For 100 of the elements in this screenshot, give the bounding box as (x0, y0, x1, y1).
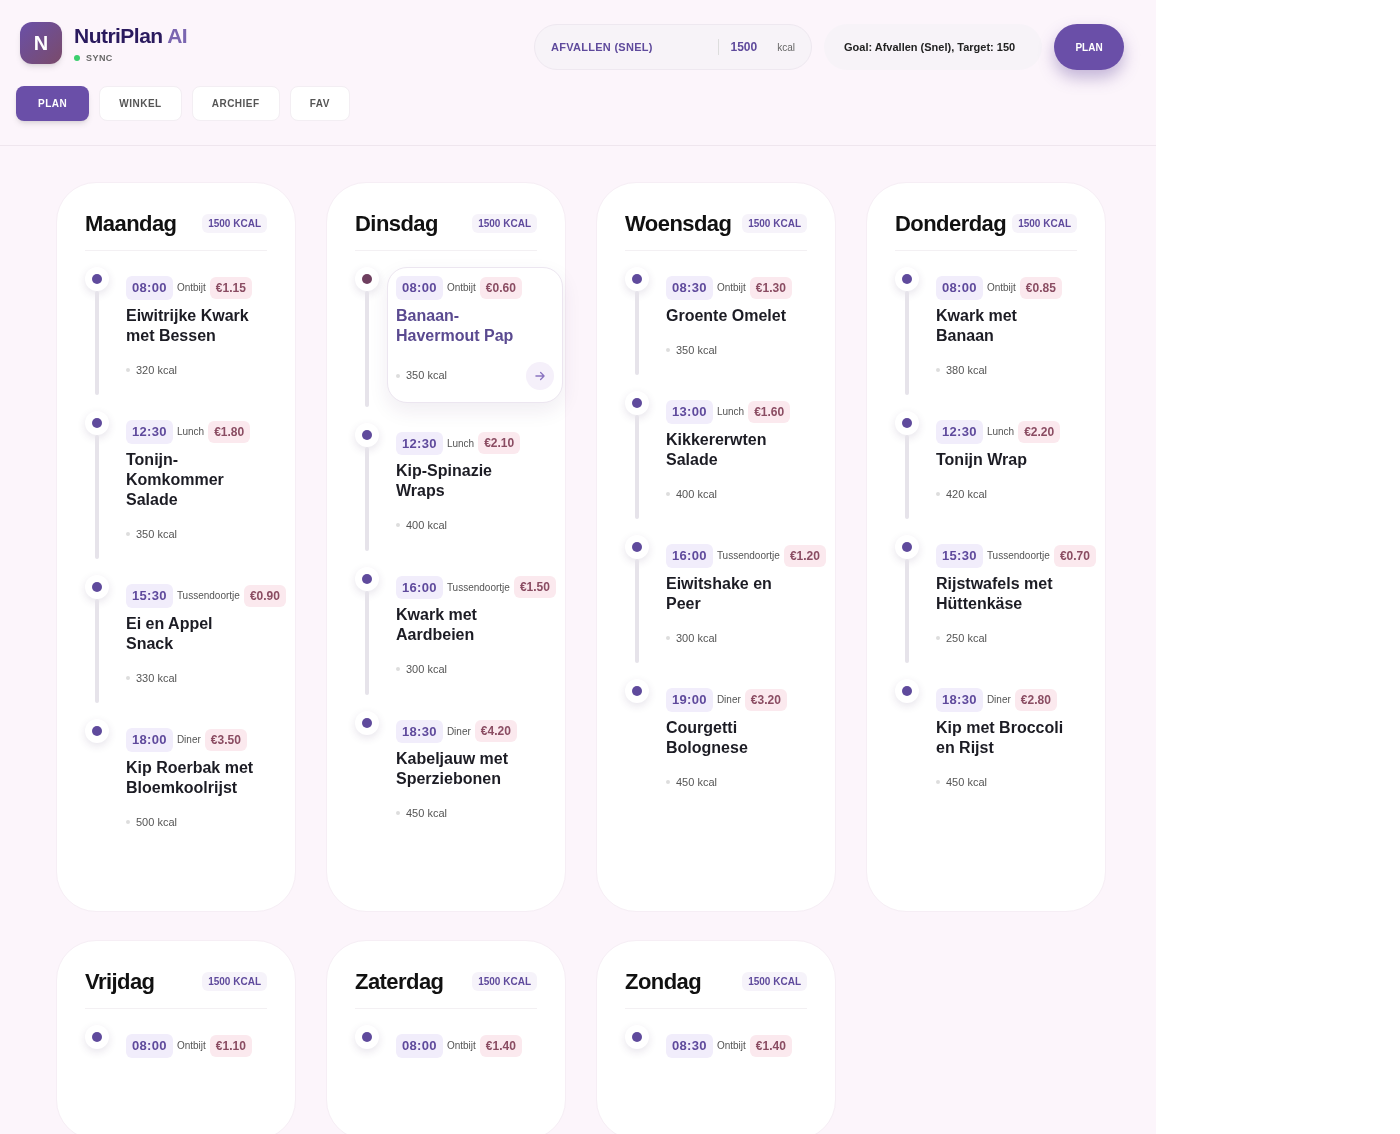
meal-title: Kwark met Aardbeien (396, 605, 478, 645)
goal-selector[interactable]: AFVALLEN (SNEL) 1500 kcal (534, 24, 812, 70)
meal-card[interactable]: 19:00 Diner €3.20 Courgetti Bolognese 450 kcal (657, 679, 833, 803)
meal-price: €1.15 (209, 276, 252, 299)
meal-calories: 330 kcal (136, 670, 177, 686)
meal-type: Tussendoortje (986, 549, 1050, 564)
meal-type: Diner (716, 693, 741, 708)
meal-card[interactable]: 16:00 Tussendoortje €1.20 Eiwitshake en Peer 300 kcal (657, 535, 833, 659)
meal-price: €1.50 (513, 576, 556, 599)
nav-tab[interactable]: ARCHIEF (191, 86, 280, 121)
meal-card[interactable]: 15:30 Tussendoortje €0.70 Rijstwafels met Hüttenkäse 250 kcal (927, 535, 1103, 659)
calorie-badge: 1500 KCAL (742, 214, 807, 233)
meal-price: €3.50 (204, 728, 247, 751)
meal-type: Tussendoortje (446, 580, 510, 595)
calorie-badge: 1500 KCAL (202, 214, 267, 233)
meal-time: 08:00 (936, 276, 983, 300)
meal-time: 19:00 (666, 688, 713, 712)
day-title: Maandag (85, 210, 177, 238)
meal-calories: 350 kcal (676, 342, 717, 358)
meal-time: 13:00 (666, 400, 713, 424)
meal-time: 12:30 (936, 420, 983, 444)
meal-price: €1.60 (748, 400, 791, 423)
meal-title: Kip met Broccoli en Rijst (936, 717, 1065, 758)
arrow-right-icon[interactable] (526, 361, 554, 390)
meal-calories: 450 kcal (676, 774, 717, 790)
meal-price: €0.85 (1019, 276, 1062, 299)
meal-price: €0.60 (479, 276, 522, 299)
meal-card[interactable]: 08:00 Ontbijt €0.85 Kwark met Banaan 380 kcal (927, 267, 1103, 391)
goal-label: AFVALLEN (SNEL) (551, 39, 654, 55)
nav-tab[interactable]: PLAN (16, 86, 90, 121)
meal-time: 08:00 (126, 1034, 173, 1058)
calorie-badge: 1500 KCAL (202, 972, 267, 991)
meal-title: Kabeljauw met Sperziebonen (396, 749, 510, 789)
meal-type: Lunch (446, 436, 475, 451)
meal-price: €1.40 (749, 1034, 792, 1057)
meal-time: 15:30 (126, 584, 173, 608)
meal-calories: 500 kcal (136, 814, 177, 830)
meal-card[interactable]: 08:00 Ontbijt €1.10 (117, 1025, 293, 1071)
day-title: Zondag (625, 968, 702, 996)
meal-type: Ontbijt (446, 1039, 476, 1054)
day-title: Zaterdag (355, 968, 444, 996)
meal-time: 08:30 (666, 1034, 713, 1058)
meal-time: 08:30 (666, 276, 713, 300)
plan-button[interactable]: PLAN (1054, 24, 1124, 70)
meal-calories: 450 kcal (406, 806, 447, 821)
meal-title: Eiwitshake en Peer (666, 573, 773, 614)
meal-card[interactable]: 13:00 Lunch €1.60 Kikkererwten Salade 400 kcal (657, 391, 833, 515)
sync-status: SYNC (86, 51, 113, 65)
meal-card[interactable]: 08:30 Ontbijt €1.30 Groente Omelet 350 kcal (657, 267, 833, 371)
meal-title: Kwark met Banaan (936, 305, 1018, 346)
meal-type: Tussendoortje (176, 589, 240, 604)
meal-title: Ei en Appel Snack (126, 613, 214, 654)
meal-price: €0.90 (243, 584, 286, 607)
meal-price: €1.30 (749, 276, 792, 299)
calorie-badge: 1500 KCAL (742, 972, 807, 991)
meal-card[interactable]: 12:30 Lunch €1.80 Tonijn-Komkommer Salade 350 kcal (117, 411, 293, 555)
meal-title: Kip-Spinazie Wraps (396, 461, 493, 501)
meal-price: €1.80 (208, 420, 251, 443)
meal-time: 08:00 (396, 276, 443, 300)
meal-card[interactable]: 08:30 Ontbijt €1.40 (657, 1025, 833, 1071)
meal-card[interactable]: 12:30 Lunch €2.10 Kip-Spinazie Wraps 400 kcal (387, 422, 563, 547)
calorie-badge: 1500 KCAL (1012, 214, 1077, 233)
meal-price: €2.10 (478, 432, 521, 455)
nav-tab[interactable]: WINKEL (99, 86, 182, 121)
meal-price: €4.20 (474, 720, 517, 743)
meal-calories: 250 kcal (946, 630, 987, 646)
meal-card[interactable]: 08:00 Ontbijt €1.15 Eiwitrijke Kwark met Bessen 320 kcal (117, 267, 293, 391)
meal-title: Kip Roerbak met Bloemkoolrijst (126, 757, 255, 798)
meal-time: 18:00 (126, 728, 173, 752)
day-title: Vrijdag (85, 968, 155, 996)
meal-title: Banaan-Havermout Pap (396, 305, 515, 346)
meal-type: Lunch (716, 405, 745, 420)
meal-type: Diner (986, 693, 1011, 708)
meal-title: Kikkererwten Salade (666, 429, 768, 470)
nav-tab[interactable]: FAV (289, 86, 350, 121)
meal-type: Ontbijt (446, 281, 476, 296)
meal-price: €2.80 (1014, 688, 1057, 711)
meal-price: €0.70 (1053, 544, 1096, 567)
meal-card[interactable]: 18:00 Diner €3.50 Kip Roerbak met Bloemkoolrijst 500 kcal (117, 719, 293, 843)
meal-card[interactable]: 08:00 Ontbijt €0.60 Banaan-Havermout Pap 350 kcal (387, 267, 563, 403)
meal-time: 12:30 (126, 420, 173, 444)
meal-calories: 350 kcal (406, 368, 447, 384)
meal-title: Tonijn-Komkommer Salade (126, 449, 225, 510)
meal-calories: 350 kcal (136, 526, 177, 542)
meal-card[interactable]: 15:30 Tussendoortje €0.90 Ei en Appel Snack 330 kcal (117, 575, 293, 699)
meal-card[interactable]: 18:30 Diner €2.80 Kip met Broccoli en Rijst 450 kcal (927, 679, 1103, 803)
meal-card[interactable]: 08:00 Ontbijt €1.40 (387, 1025, 563, 1071)
meal-card[interactable]: 16:00 Tussendoortje €1.50 Kwark met Aardbeien 300 kcal (387, 566, 563, 691)
calorie-badge: 1500 KCAL (472, 214, 537, 233)
day-title: Donderdag (895, 210, 1007, 238)
meal-time: 18:30 (396, 719, 443, 743)
day-title: Woensdag (625, 210, 732, 238)
meal-card[interactable]: 18:30 Diner €4.20 Kabeljauw met Sperziebonen 450 kcal (387, 710, 563, 835)
calorie-unit: kcal (777, 40, 795, 55)
meal-calories: 400 kcal (676, 486, 717, 502)
prompt-field[interactable]: Goal: Afvallen (Snel), Target: 150 (824, 24, 1042, 70)
meal-type: Lunch (176, 425, 205, 440)
meal-card[interactable]: 12:30 Lunch €2.20 Tonijn Wrap 420 kcal (927, 411, 1103, 515)
meal-time: 08:00 (126, 276, 173, 300)
meal-title: Groente Omelet (666, 305, 788, 326)
